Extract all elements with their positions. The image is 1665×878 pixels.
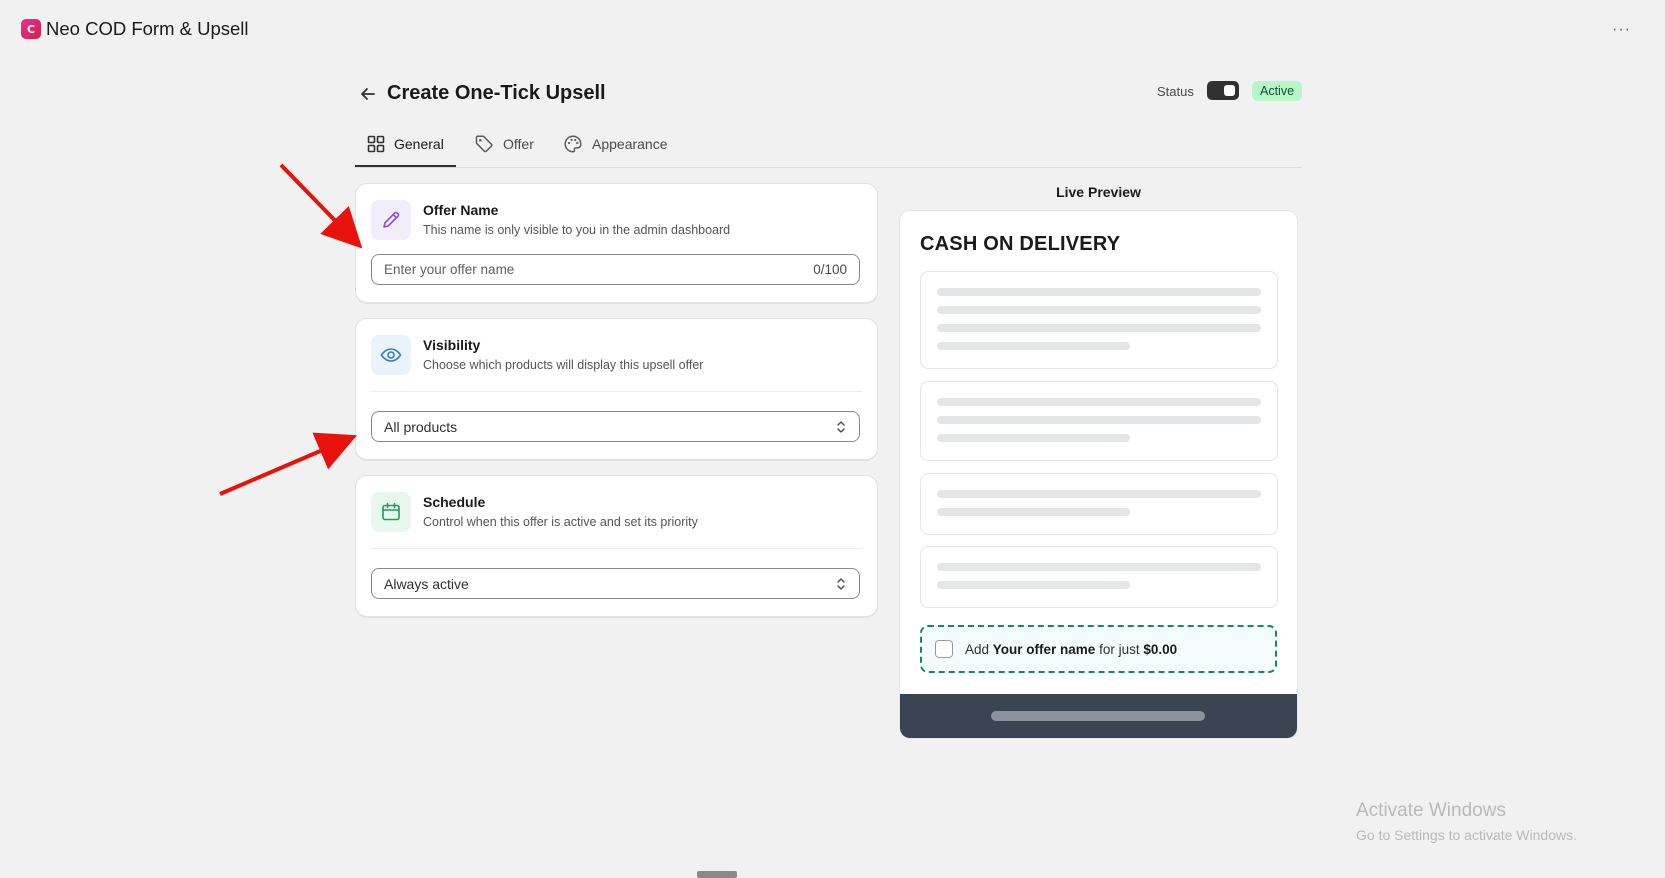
skeleton-block: [920, 546, 1278, 608]
visibility-selected-value: All products: [384, 418, 458, 435]
skeleton-block: [920, 473, 1278, 535]
divider: [371, 548, 862, 549]
offer-name-title: Offer Name: [423, 202, 499, 218]
character-counter: 0/100: [813, 262, 847, 277]
calendar-icon: [382, 502, 400, 521]
skeleton-block: [920, 271, 1278, 369]
tab-general[interactable]: General: [355, 122, 456, 167]
offer-name-field[interactable]: 0/100: [371, 254, 860, 285]
pencil-icon: [383, 211, 400, 228]
eye-icon: [380, 348, 402, 362]
schedule-selected-value: Always active: [384, 575, 469, 592]
skeleton-line: [937, 398, 1261, 406]
offer-name-input[interactable]: [384, 262, 814, 277]
upsell-checkbox[interactable]: [935, 640, 953, 658]
grid-icon: [367, 135, 385, 153]
offer-name-icon-wrap: [371, 200, 411, 240]
visibility-card: Visibility Choose which products will di…: [355, 318, 878, 460]
divider: [371, 391, 862, 392]
back-button[interactable]: [357, 83, 379, 105]
offer-name-preview: Your offer name: [992, 641, 1096, 657]
visibility-subtitle: Choose which products will display this …: [423, 358, 704, 372]
schedule-title: Schedule: [423, 494, 486, 510]
skeleton-block: [920, 381, 1278, 461]
schedule-select[interactable]: Always active: [371, 568, 860, 599]
annotation-arrow: [219, 432, 358, 496]
palette-icon: [564, 135, 582, 153]
tab-appearance[interactable]: Appearance: [563, 122, 668, 166]
toggle-knob: [1224, 85, 1235, 96]
scroll-handle[interactable]: [697, 871, 737, 878]
live-preview-panel: CASH ON DELIVERY Add Your offer name for…: [900, 211, 1297, 738]
status-badge: Active: [1252, 81, 1303, 101]
chevron-updown-icon: [837, 420, 845, 433]
submit-button-placeholder: [991, 711, 1205, 721]
windows-watermark-title: Activate Windows: [1356, 800, 1506, 821]
schedule-icon-wrap: [371, 492, 411, 532]
chevron-updown-icon: [837, 577, 845, 590]
tab-offer[interactable]: Offer: [474, 122, 534, 166]
skeleton-line: [937, 342, 1130, 350]
skeleton-line: [937, 434, 1130, 442]
tab-bar: General Offer Appearance: [355, 122, 1302, 168]
skeleton-line: [937, 324, 1261, 332]
offer-name-subtitle: This name is only visible to you in the …: [423, 223, 731, 237]
skeleton-line: [937, 288, 1261, 296]
tab-offer-label: Offer: [503, 136, 534, 152]
visibility-select[interactable]: All products: [371, 411, 860, 442]
app-logo: C: [21, 19, 41, 39]
live-preview-label: Live Preview: [1056, 184, 1141, 200]
tag-icon: [475, 135, 493, 153]
tab-appearance-label: Appearance: [592, 136, 668, 152]
skeleton-line: [937, 416, 1261, 424]
status-toggle[interactable]: [1207, 81, 1239, 100]
offer-prefix: Add: [965, 641, 990, 657]
app-bar: C Neo COD Form & Upsell ···: [0, 0, 1665, 58]
annotation-arrow: [279, 163, 363, 249]
skeleton-line: [937, 508, 1130, 516]
schedule-card: Schedule Control when this offer is acti…: [355, 475, 878, 617]
app-logo-glyph: C: [26, 22, 36, 36]
offer-name-card: Offer Name This name is only visible to …: [355, 183, 878, 303]
preview-submit-bar: [900, 694, 1297, 738]
page-title: Create One-Tick Upsell: [387, 82, 606, 104]
skeleton-line: [937, 306, 1261, 314]
skeleton-line: [937, 581, 1130, 589]
windows-watermark-subtitle: Go to Settings to activate Windows.: [1356, 827, 1577, 843]
tab-general-label: General: [394, 136, 444, 152]
preview-heading: CASH ON DELIVERY: [920, 233, 1121, 255]
visibility-icon-wrap: [371, 335, 411, 375]
offer-price: $0.00: [1143, 641, 1178, 657]
app-title: Neo COD Form & Upsell: [46, 18, 249, 39]
upsell-offer-checkbox-row[interactable]: Add Your offer name for just $0.00: [920, 625, 1277, 673]
skeleton-line: [937, 563, 1261, 571]
visibility-title: Visibility: [423, 337, 481, 353]
arrow-left-icon: [361, 88, 375, 100]
skeleton-line: [937, 490, 1261, 498]
schedule-subtitle: Control when this offer is active and se…: [423, 515, 698, 529]
status-label: Status: [1157, 84, 1194, 99]
offer-mid: for just: [1099, 641, 1140, 657]
more-actions-button[interactable]: ···: [1612, 21, 1631, 39]
